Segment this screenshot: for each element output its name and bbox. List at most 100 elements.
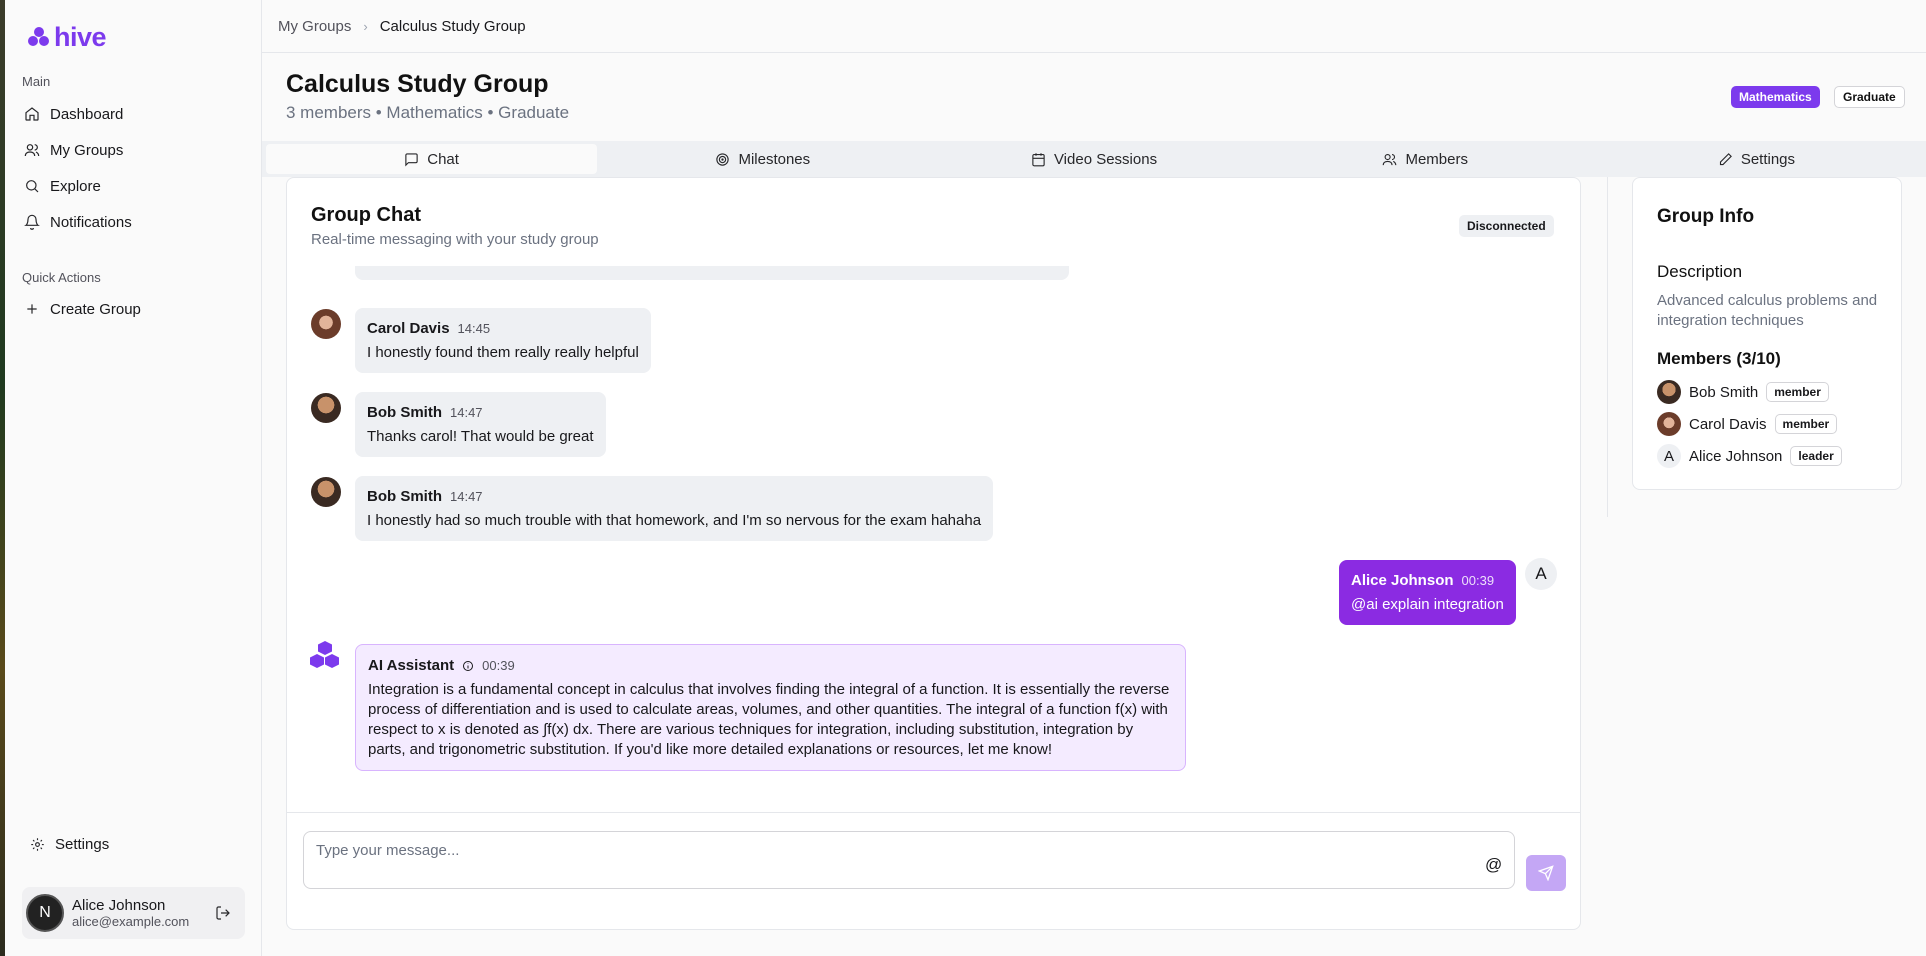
message-time: 00:39: [482, 658, 515, 673]
tab-milestones[interactable]: Milestones: [597, 144, 928, 174]
header-divider: [262, 52, 1926, 53]
main-content: My Groups › Calculus Study Group Calculu…: [262, 0, 1926, 956]
tab-label: Settings: [1740, 150, 1796, 168]
member-row[interactable]: A Alice Johnson leader: [1657, 444, 1842, 468]
members-label: Members (3/10): [1657, 349, 1781, 368]
sidebar-item-label: Notifications: [50, 213, 132, 231]
message-author: AI Assistant: [368, 657, 455, 674]
member-name: Alice Johnson: [1689, 447, 1783, 465]
message-author: Bob Smith: [367, 488, 442, 505]
message-text: Integration is a fundamental concept in …: [368, 681, 1170, 758]
message-time: 14:47: [450, 405, 483, 420]
avatar: [1657, 412, 1681, 436]
chevron-right-icon: ›: [363, 19, 368, 34]
info-icon: [463, 660, 474, 671]
sidebar-item-explore[interactable]: Explore: [22, 170, 242, 202]
tab-chat[interactable]: Chat: [266, 144, 598, 174]
tab-label: Milestones: [738, 150, 811, 168]
message-text: Thanks carol! That would be great: [367, 428, 594, 445]
sidebar-item-label: Explore: [50, 177, 101, 195]
tab-settings[interactable]: Settings: [1591, 144, 1922, 174]
message-input[interactable]: [303, 831, 1515, 889]
create-group-button[interactable]: Create Group: [22, 293, 242, 325]
mention-button[interactable]: @: [1485, 855, 1502, 875]
list-item: Bob Smith 14:47 I honestly had so much t…: [355, 476, 994, 541]
group-info-card: Group Info Description Advanced calculus…: [1632, 177, 1902, 490]
member-name: Carol Davis: [1689, 415, 1767, 433]
panel-divider: [1607, 177, 1608, 517]
sidebar-section-quick-actions: Quick Actions: [22, 270, 101, 285]
group-chat-card: Group Chat Real-time messaging with your…: [286, 177, 1581, 930]
avatar: [1657, 380, 1681, 404]
bell-icon: [24, 214, 40, 230]
message-square-icon: [405, 152, 418, 166]
list-item: Bob Smith 14:47 Thanks carol! That would…: [355, 392, 606, 457]
sidebar-settings-label: Settings: [55, 836, 110, 853]
avatar: A: [1525, 558, 1557, 590]
list-item: [355, 266, 1069, 280]
member-row[interactable]: Bob Smith member: [1657, 380, 1829, 404]
tab-label: Members: [1405, 150, 1468, 168]
group-info-title: Group Info: [1657, 206, 1755, 227]
logout-icon[interactable]: [215, 905, 231, 921]
chat-subtitle: Real-time messaging with your study grou…: [311, 231, 599, 248]
target-icon: [716, 152, 730, 166]
tab-members[interactable]: Members: [1260, 144, 1591, 174]
message-time: 14:47: [450, 489, 483, 504]
page-title: Calculus Study Group: [286, 70, 549, 98]
breadcrumb-current: Calculus Study Group: [379, 18, 526, 35]
sidebar: hive Main Dashboard My Groups Explore No…: [0, 0, 262, 956]
gear-icon: [31, 838, 44, 851]
member-name: Bob Smith: [1689, 383, 1759, 401]
avatar: A: [1657, 444, 1681, 468]
breadcrumb: My Groups › Calculus Study Group: [278, 18, 526, 35]
composer-divider: [287, 812, 1580, 813]
sidebar-settings-link[interactable]: Settings: [30, 836, 109, 853]
user-name: Alice Johnson: [72, 897, 166, 914]
description-label: Description: [1657, 262, 1743, 281]
send-button[interactable]: [1526, 855, 1566, 891]
sidebar-item-dashboard[interactable]: Dashboard: [22, 98, 242, 130]
chat-title: Group Chat: [311, 204, 421, 226]
member-row[interactable]: Carol Davis member: [1657, 412, 1838, 436]
level-badge: Graduate: [1834, 86, 1905, 108]
message-author: Carol Davis: [367, 320, 450, 337]
status-badge: Disconnected: [1459, 215, 1554, 237]
tab-label: Chat: [427, 150, 459, 168]
desktop-background-strip: [0, 0, 5, 956]
sidebar-item-my-groups[interactable]: My Groups: [22, 134, 242, 166]
message-author: Bob Smith: [367, 404, 442, 421]
message-text: I honestly had so much trouble with that…: [367, 512, 982, 529]
sidebar-section-main: Main: [22, 74, 51, 89]
breadcrumb-my-groups[interactable]: My Groups: [278, 18, 351, 35]
send-icon: [1538, 865, 1554, 881]
sidebar-item-label: My Groups: [50, 141, 124, 159]
search-icon: [26, 180, 39, 193]
tab-video-sessions[interactable]: Video Sessions: [928, 144, 1259, 174]
role-badge: member: [1774, 414, 1838, 434]
avatar: [311, 393, 341, 423]
sidebar-item-label: Dashboard: [50, 105, 124, 123]
home-icon: [25, 107, 39, 121]
brand-name: hive: [54, 22, 107, 52]
users-icon: [1383, 153, 1397, 165]
message-author: Alice Johnson: [1351, 572, 1454, 589]
tab-label: Video Sessions: [1053, 150, 1158, 168]
user-card[interactable]: N Alice Johnson alice@example.com: [22, 887, 245, 939]
sidebar-item-notifications[interactable]: Notifications: [22, 206, 242, 238]
hive-logo-icon: [28, 26, 50, 49]
description-text: Advanced calculus problems and integrati…: [1657, 292, 1878, 329]
role-badge: leader: [1790, 446, 1842, 466]
users-icon: [24, 144, 40, 157]
list-item: Alice Johnson 00:39 @ai explain integrat…: [1339, 560, 1516, 625]
avatar: N: [26, 894, 64, 932]
page-subtitle: 3 members • Mathematics • Graduate: [286, 103, 570, 122]
tab-bar: Chat Milestones Video Sessions Members S…: [262, 141, 1926, 177]
message-text: I honestly found them really really help…: [367, 344, 639, 361]
ai-assistant-icon: [309, 641, 341, 673]
brand-logo[interactable]: hive: [28, 22, 107, 53]
create-group-label: Create Group: [50, 300, 141, 318]
message-text: @ai explain integration: [1351, 596, 1504, 613]
message-time: 14:45: [457, 321, 491, 336]
role-badge: member: [1766, 382, 1829, 402]
